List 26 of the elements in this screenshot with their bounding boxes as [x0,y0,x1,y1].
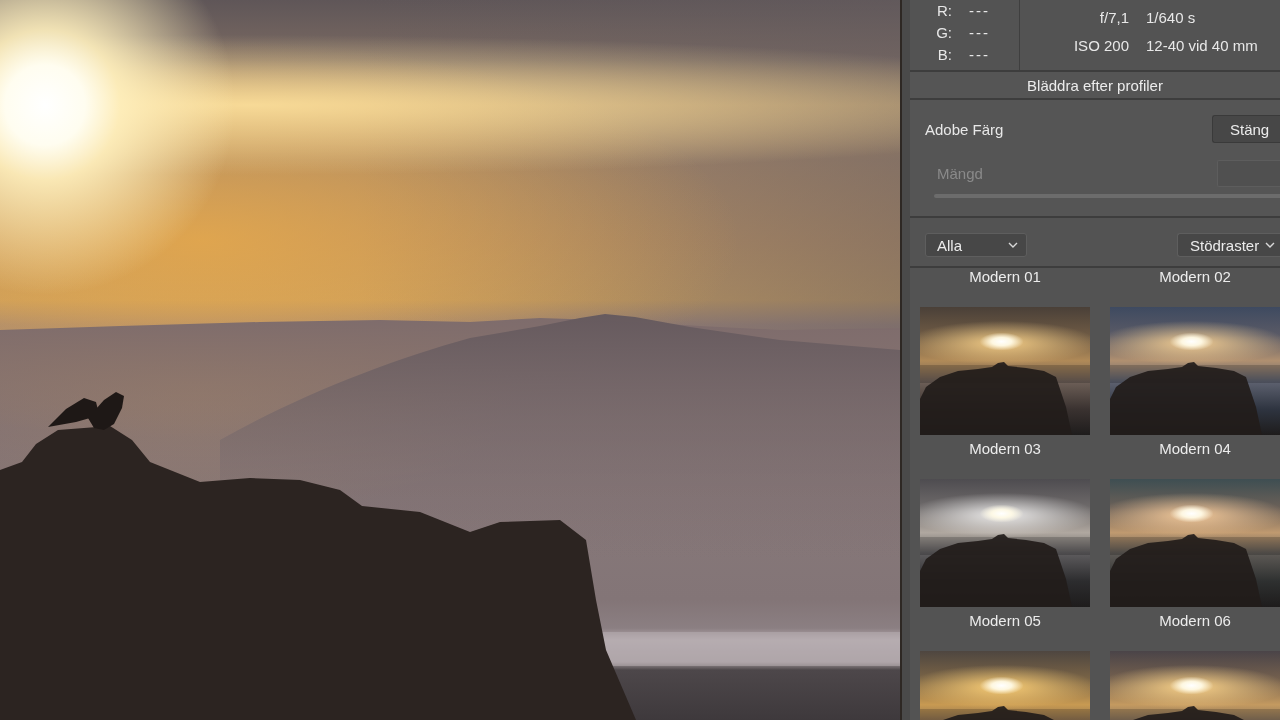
channel-label: R: [936,2,952,20]
channel-reading: --- [969,2,990,20]
chevron-down-icon [1008,242,1018,248]
preset-label: Modern 02 [1159,268,1231,287]
sunset-thumbnail-drawing[interactable] [920,307,1090,435]
sunset-thumbnail-drawing[interactable] [920,479,1090,607]
profile-name: Adobe Färg [924,120,1004,138]
preset-label: Modern 05 [969,612,1041,631]
preset-label: Modern 06 [1159,612,1231,631]
sunset-thumbnail-drawing[interactable] [1110,479,1280,607]
channel-label: G: [936,24,952,42]
preset-label: Modern 01 [969,268,1041,287]
channel-label: B: [936,46,952,64]
camera-setting: f/7,1 [1098,8,1129,28]
close-button[interactable]: Stäng [1212,115,1280,143]
view-dropdown[interactable]: Stödraster [1177,233,1280,257]
chevron-down-icon [1265,242,1275,248]
preset-label: Modern 03 [969,440,1041,459]
camera-setting: ISO 200 [1072,36,1129,56]
category-dropdown[interactable]: Alla [925,233,1027,257]
preset-label: Modern 04 [1159,440,1231,459]
camera-setting: 12-40 vid 40 mm [1146,36,1259,56]
channel-reading: --- [969,46,990,64]
sunset-thumbnail-drawing[interactable] [1110,307,1280,435]
channel-reading: --- [969,24,990,42]
camera-setting: 1/640 s [1146,8,1197,28]
